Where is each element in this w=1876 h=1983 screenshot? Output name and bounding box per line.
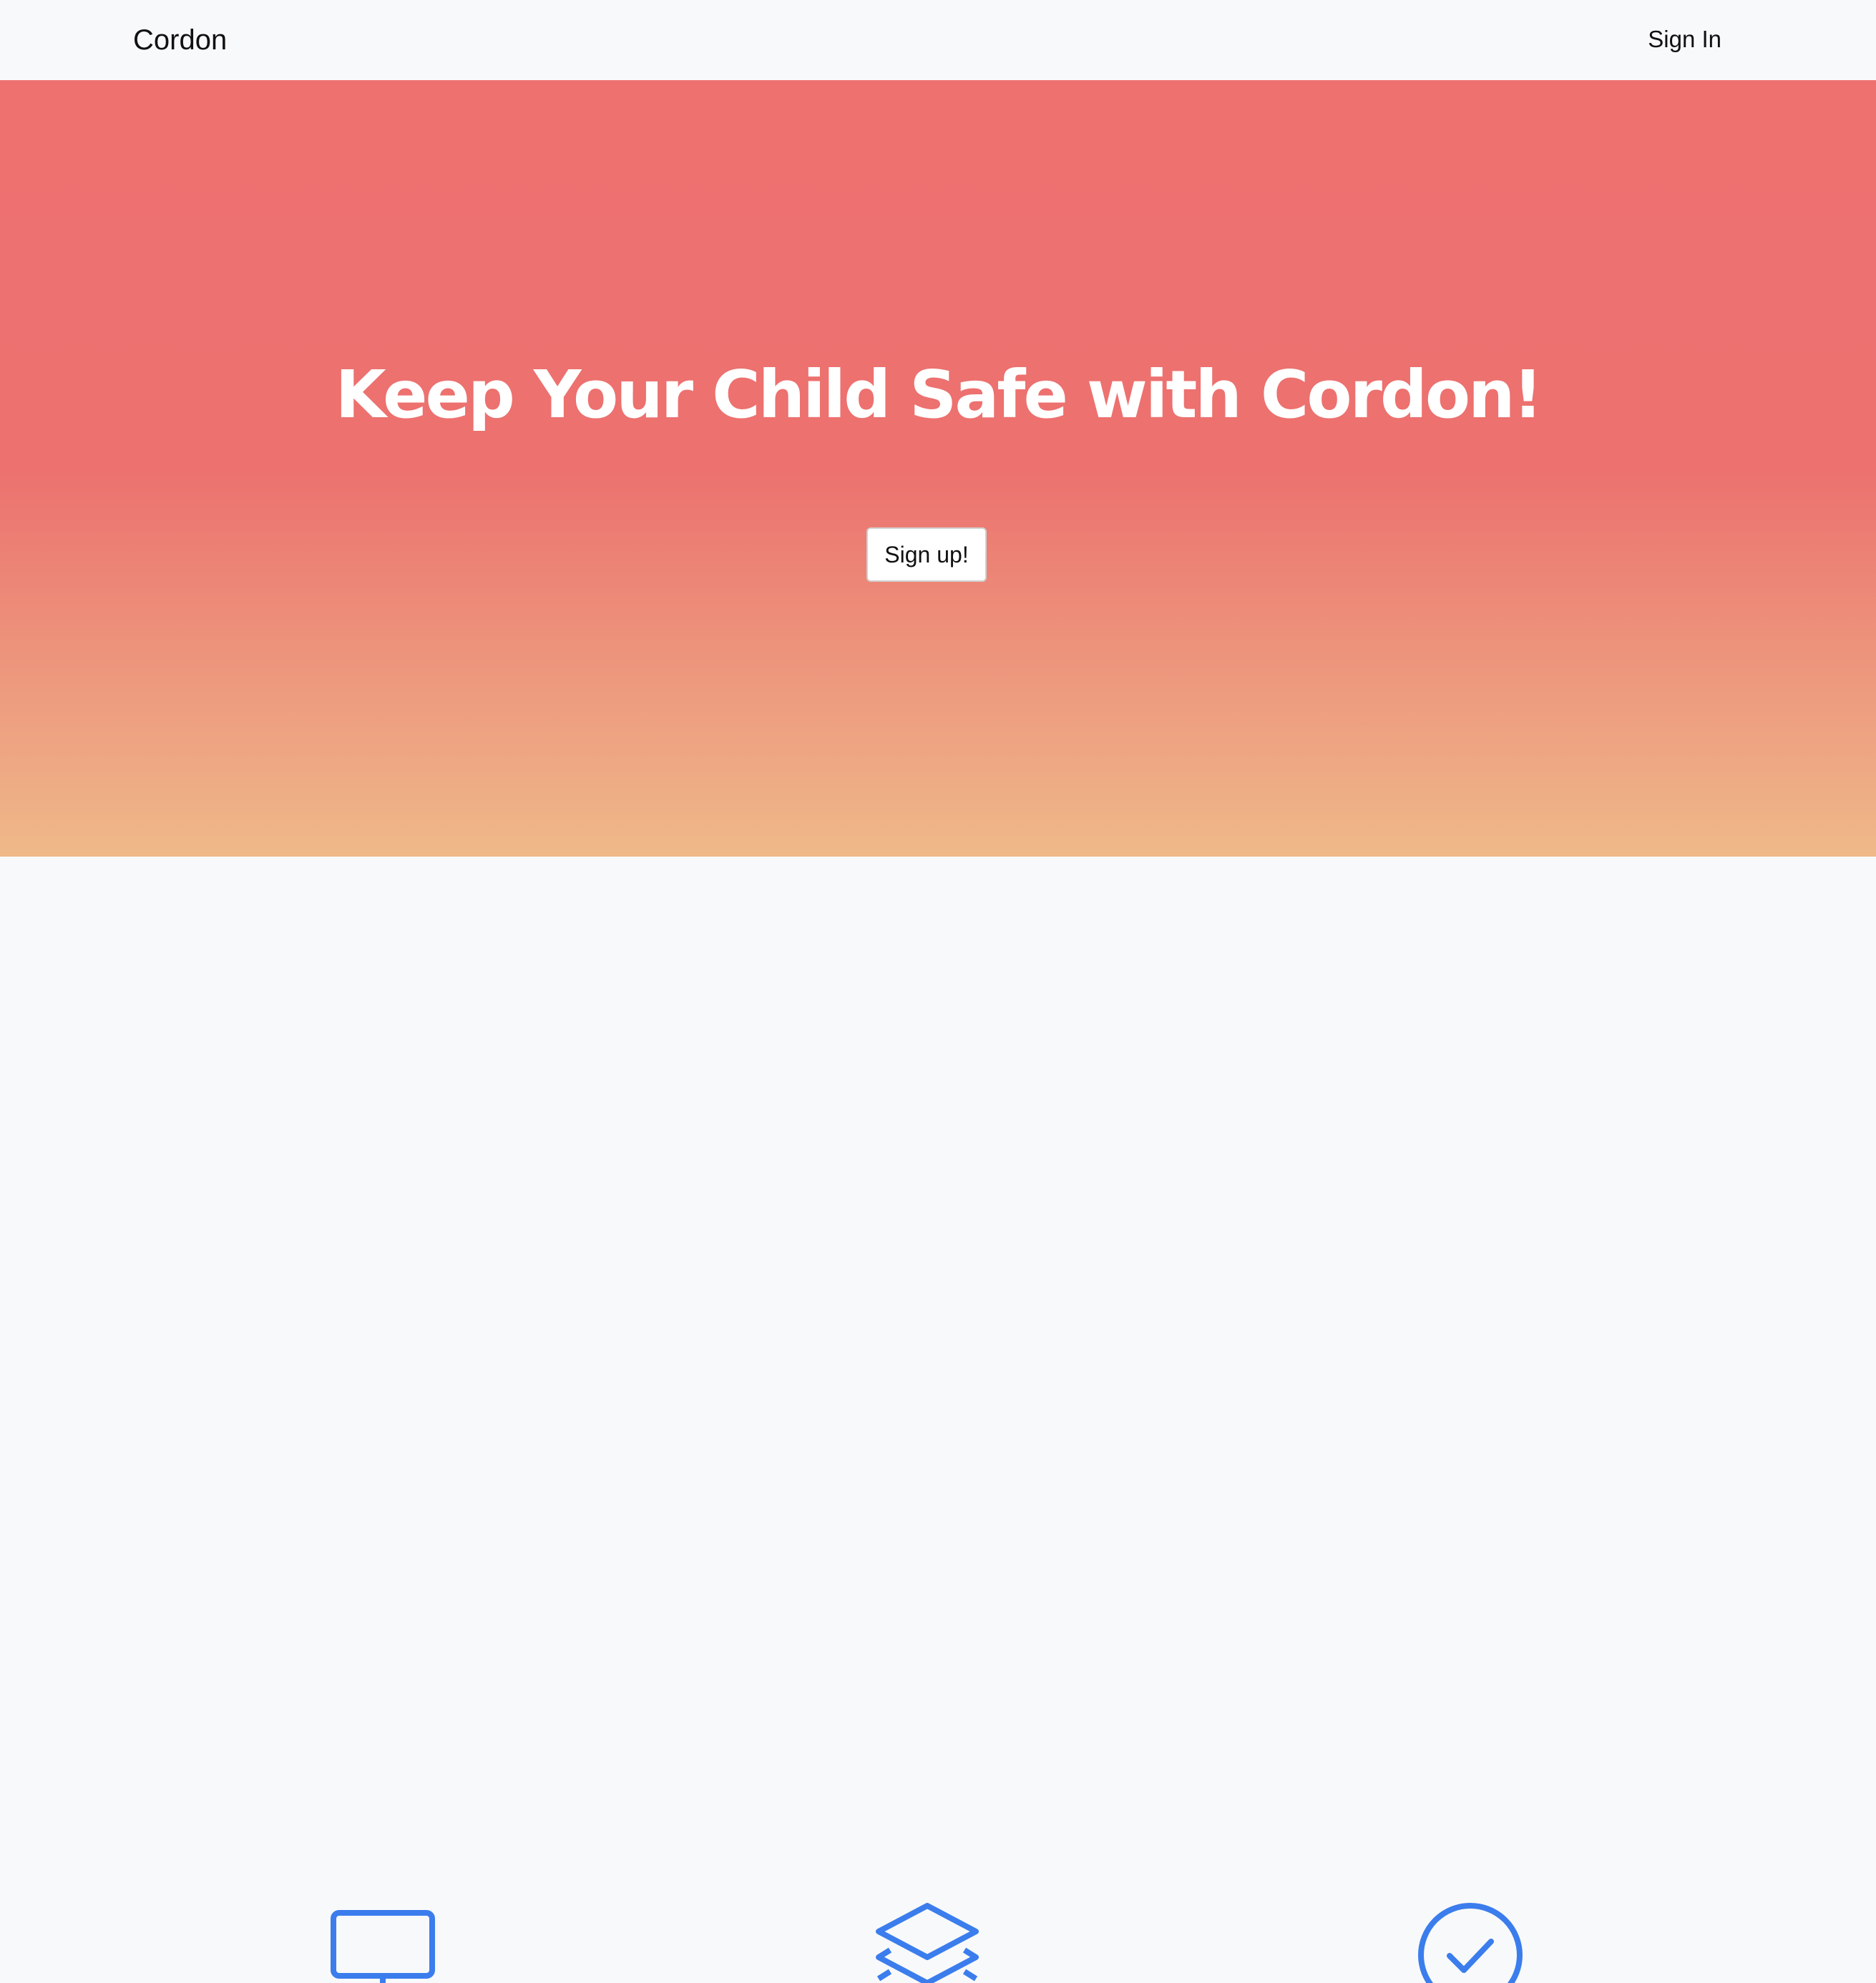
layers-icon [876,1903,979,1983]
hero-section: Keep Your Child Safe with Cordon! Sign u… [0,80,1876,857]
sign-in-link[interactable]: Sign In [1648,23,1721,56]
hero-title: Keep Your Child Safe with Cordon! [335,356,1543,433]
check-circle-icon [1418,1903,1523,1983]
navbar: Cordon Sign In [0,0,1876,80]
brand-logo-link[interactable]: Cordon [133,21,227,59]
features-section [0,857,1876,1983]
signup-button[interactable]: Sign up! [866,527,987,582]
monitor-icon [331,1910,435,1983]
